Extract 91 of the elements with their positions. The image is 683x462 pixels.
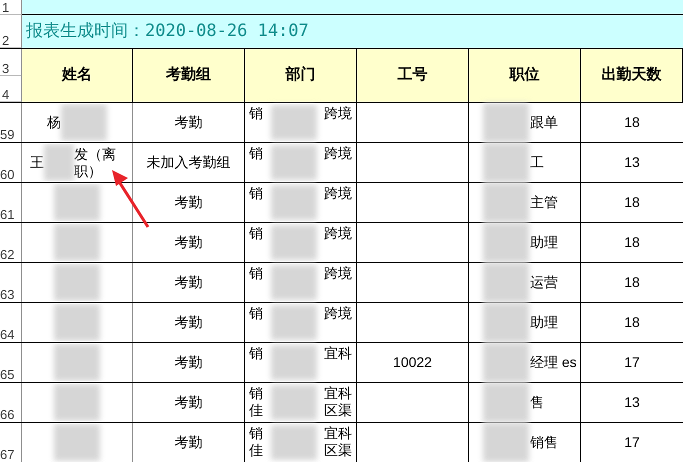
blurred-area (483, 183, 529, 222)
blurred-area (270, 305, 316, 340)
department-text: 销 (249, 145, 263, 162)
name-text: 王 (30, 154, 44, 171)
department-text: 跨境 (324, 185, 352, 202)
department-text: 佳 (249, 442, 263, 459)
days-text: 18 (624, 273, 640, 292)
department-text: 区渠 (324, 402, 352, 419)
department-text: 销 (249, 185, 263, 202)
department-text: 宜科 (324, 385, 352, 402)
position-text: 销售 (530, 433, 558, 452)
group-text: 考勤 (174, 193, 202, 212)
row-number: 3 (2, 62, 10, 74)
position-text: 跟单 (530, 113, 558, 132)
row-number: 4 (2, 88, 10, 101)
blurred-area (270, 265, 316, 300)
row-number: 62 (0, 248, 14, 261)
position-text: 助理 (530, 313, 558, 332)
days-text: 17 (624, 433, 640, 452)
group-text: 考勤 (174, 393, 202, 412)
row-number: 66 (0, 408, 14, 421)
name-text: 发（离职） (74, 146, 117, 180)
department-text: 销 (249, 385, 263, 402)
department-text: 跨境 (324, 105, 352, 122)
row-number: 59 (0, 128, 14, 141)
department-text: 销 (249, 225, 263, 242)
column-header: 出勤天数 (581, 49, 683, 102)
row-number: 64 (0, 328, 14, 341)
row-number: 63 (0, 288, 14, 301)
blurred-area (270, 225, 316, 260)
group-text: 未加入考勤组 (146, 153, 230, 172)
blurred-area (270, 425, 316, 460)
days-text: 13 (624, 393, 640, 412)
department-text: 销 (249, 105, 263, 122)
blurred-area (483, 103, 529, 142)
position-text: 运营 (530, 273, 558, 292)
department-text: 宜科 (324, 345, 352, 362)
name-text: 杨 (47, 114, 61, 131)
days-text: 18 (624, 233, 640, 252)
department-text: 销 (249, 305, 263, 322)
row-number: 1 (2, 1, 10, 14)
position-text: 工 (530, 153, 544, 172)
position-text: 经理 es (530, 353, 577, 372)
department-text: 销 (249, 345, 263, 362)
group-text: 考勤 (174, 353, 202, 372)
group-text: 考勤 (174, 313, 202, 332)
blurred-area (270, 145, 316, 180)
blurred-area (270, 345, 316, 380)
blurred-area (483, 223, 529, 262)
department-text: 销 (249, 265, 263, 282)
column-header: 部门 (245, 49, 357, 102)
position-text: 售 (530, 393, 544, 412)
blurred-area (483, 263, 529, 302)
department-text: 跨境 (324, 305, 352, 322)
blurred-area (483, 423, 529, 462)
column-header: 姓名 (22, 49, 133, 102)
row-number: 2 (2, 34, 10, 47)
group-text: 考勤 (174, 433, 202, 452)
blurred-area (270, 385, 316, 420)
group-text: 考勤 (174, 113, 202, 132)
blurred-area (483, 383, 529, 422)
column-header: 职位 (469, 49, 581, 102)
report-time: 报表生成时间：2020-08-26 14:07 (26, 20, 309, 43)
department-text: 宜科 (324, 425, 352, 442)
group-text: 考勤 (174, 273, 202, 292)
position-text: 主管 (530, 193, 558, 212)
days-text: 18 (624, 113, 640, 132)
department-text: 跨境 (324, 225, 352, 242)
department-text: 区渠 (324, 442, 352, 459)
days-text: 17 (624, 353, 640, 372)
department-text: 跨境 (324, 145, 352, 162)
days-text: 18 (624, 193, 640, 212)
days-text: 18 (624, 313, 640, 332)
column-header: 考勤组 (133, 49, 245, 102)
row-number: 60 (0, 168, 14, 181)
blurred-area (483, 343, 529, 382)
group-text: 考勤 (174, 233, 202, 252)
department-text: 销 (249, 425, 263, 442)
blurred-area (483, 303, 529, 342)
position-text: 助理 (530, 233, 558, 252)
row-number: 65 (0, 368, 14, 381)
column-header: 工号 (357, 49, 469, 102)
row-number: 61 (0, 208, 14, 221)
employee-id: 10022 (393, 353, 432, 372)
blurred-area (483, 143, 529, 182)
row-number: 67 (0, 448, 14, 461)
department-text: 跨境 (324, 265, 352, 282)
blurred-area (270, 185, 316, 220)
days-text: 13 (624, 153, 640, 172)
blurred-area (270, 105, 316, 140)
department-text: 佳 (249, 402, 263, 419)
